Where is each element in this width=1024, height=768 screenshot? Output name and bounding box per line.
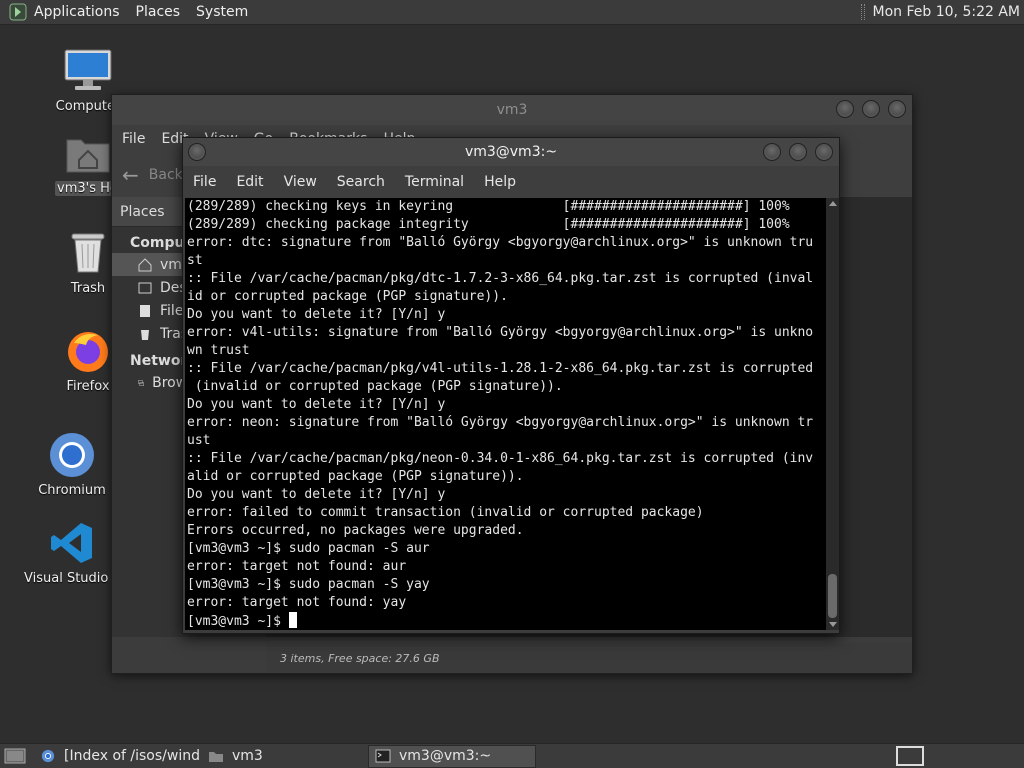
terminal-line: Errors occurred, no packages were upgrad… xyxy=(187,523,524,538)
taskbar-item-terminal[interactable]: vm3@vm3:~ xyxy=(368,744,536,768)
terminal-line: error: failed to commit transaction (inv… xyxy=(187,505,704,520)
menu-terminal[interactable]: Terminal xyxy=(405,174,464,190)
network-icon xyxy=(138,379,144,386)
taskbar-item-file-manager[interactable]: vm3 xyxy=(202,745,366,768)
desktop-icon-vscode[interactable]: Visual Studio Code xyxy=(22,517,122,586)
terminal-line: Do you want to delete it? [Y/n] y xyxy=(187,307,446,322)
terminal-line: error: neon: signature from "Balló Györg… xyxy=(187,415,814,430)
file-manager-status: 3 items, Free space: 27.6 GB xyxy=(266,643,912,673)
terminal-scrollbar[interactable] xyxy=(826,198,839,630)
terminal-line: Do you want to delete it? [Y/n] y xyxy=(187,397,446,412)
terminal-line: :: File /var/cache/pacman/pkg/v4l-utils-… xyxy=(187,361,814,376)
terminal-line: error: target not found: yay xyxy=(187,595,407,610)
top-panel: Applications Places System Mon Feb 10, 5… xyxy=(0,0,1024,25)
file-manager-titlebar[interactable]: vm3 xyxy=(112,95,912,125)
terminal-line: ust xyxy=(187,433,211,448)
show-desktop-icon[interactable] xyxy=(4,747,26,765)
chromium-icon xyxy=(46,429,98,481)
desktop-icon-label: Visual Studio Code xyxy=(24,571,122,586)
back-button[interactable]: Back xyxy=(149,167,183,183)
scroll-up-icon[interactable] xyxy=(829,201,837,206)
trash-icon xyxy=(141,329,149,340)
terminal-window[interactable]: vm3@vm3:~ File Edit View Search Terminal… xyxy=(182,137,840,634)
terminal-line: st xyxy=(187,253,203,268)
terminal-line: [vm3@vm3 ~]$ sudo pacman -S yay xyxy=(187,577,430,592)
terminal-line: error: target not found: aur xyxy=(187,559,407,574)
vscode-icon xyxy=(46,517,98,569)
terminal-icon xyxy=(375,749,391,763)
scroll-down-icon[interactable] xyxy=(829,622,837,627)
terminal-line: error: v4l-utils: signature from "Balló … xyxy=(187,325,814,340)
chromium-icon xyxy=(41,749,55,763)
terminal-line: error: dtc: signature from "Balló György… xyxy=(187,235,814,250)
menu-help[interactable]: Help xyxy=(484,174,516,190)
taskbar-item-browser[interactable]: [Index of /isos/wind... xyxy=(34,745,200,768)
trash-icon xyxy=(62,227,114,279)
clock[interactable]: Mon Feb 10, 5:22 AM xyxy=(873,4,1020,20)
workspace-switcher[interactable] xyxy=(896,746,924,766)
window-title: vm3 xyxy=(496,102,528,118)
terminal-line: (289/289) checking keys in keyring [####… xyxy=(187,199,790,214)
terminal-prompt: [vm3@vm3 ~]$ xyxy=(187,614,289,629)
firefox-icon xyxy=(62,325,114,377)
panel-separator xyxy=(860,4,865,20)
maximize-button[interactable] xyxy=(862,100,880,118)
main-menu-logo-icon[interactable] xyxy=(8,3,28,21)
desktop-icon xyxy=(138,282,152,293)
applications-menu[interactable]: Applications xyxy=(34,4,120,20)
terminal-line: Do you want to delete it? [Y/n] y xyxy=(187,487,446,502)
back-arrow-icon[interactable]: ← xyxy=(122,163,139,187)
home-folder-icon xyxy=(62,127,114,179)
computer-icon xyxy=(62,45,114,97)
close-button[interactable] xyxy=(815,143,833,161)
terminal-prompt-line[interactable]: [vm3@vm3 ~]$ xyxy=(187,612,826,630)
system-menu[interactable]: System xyxy=(196,4,248,20)
terminal-line: id or corrupted package (PGP signature))… xyxy=(187,289,508,304)
home-folder-icon xyxy=(209,752,223,762)
home-icon xyxy=(138,257,152,271)
maximize-button[interactable] xyxy=(789,143,807,161)
terminal-line: (289/289) checking package integrity [##… xyxy=(187,217,790,232)
desktop-icon-chromium[interactable]: Chromium xyxy=(22,429,122,498)
terminal-titlebar[interactable]: vm3@vm3:~ xyxy=(183,138,839,166)
minimize-button[interactable] xyxy=(763,143,781,161)
window-title: vm3@vm3:~ xyxy=(464,144,558,160)
close-button[interactable] xyxy=(888,100,906,118)
scrollbar-thumb[interactable] xyxy=(828,574,837,618)
terminal-line: :: File /var/cache/pacman/pkg/neon-0.34.… xyxy=(187,451,814,466)
menu-file[interactable]: File xyxy=(193,174,216,190)
terminal-line: [vm3@vm3 ~]$ sudo pacman -S aur xyxy=(187,541,430,556)
window-menu-button[interactable] xyxy=(188,143,206,161)
bottom-panel: [Index of /isos/wind... vm3 vm3@vm3:~ xyxy=(0,743,1024,768)
terminal-line: (invalid or corrupted package (PGP signa… xyxy=(187,379,563,394)
desktop-icon-label: Chromium xyxy=(38,483,106,498)
menu-file[interactable]: File xyxy=(122,131,145,147)
minimize-button[interactable] xyxy=(836,100,854,118)
terminal-cursor xyxy=(288,612,297,628)
terminal-line: :: File /var/cache/pacman/pkg/dtc-1.7.2-… xyxy=(187,271,814,286)
terminal-screen[interactable]: (289/289) checking keys in keyring [####… xyxy=(185,198,826,630)
terminal-line: alid or corrupted package (PGP signature… xyxy=(187,469,524,484)
drive-icon xyxy=(140,304,150,317)
menu-view[interactable]: View xyxy=(284,174,317,190)
terminal-line: wn trust xyxy=(187,343,250,358)
places-menu[interactable]: Places xyxy=(136,4,181,20)
terminal-menubar: File Edit View Search Terminal Help xyxy=(183,166,839,198)
menu-edit[interactable]: Edit xyxy=(236,174,263,190)
menu-search[interactable]: Search xyxy=(337,174,385,190)
